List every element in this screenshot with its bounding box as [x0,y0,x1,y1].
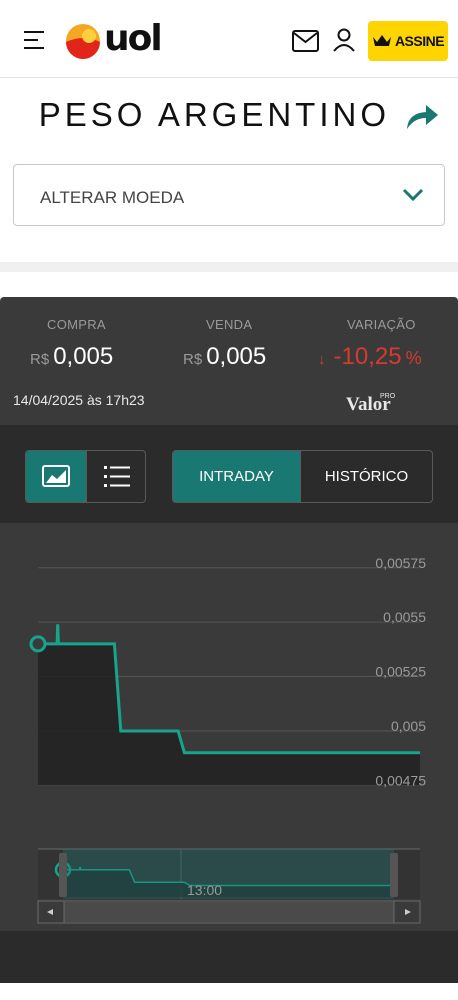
bottom-strip [0,931,458,983]
y-tick-label: 0,00525 [375,664,426,680]
venda-currency: R$ [183,351,203,368]
variation-value: ↓ -10,25% [318,343,422,371]
compra-currency: R$ [30,351,50,368]
y-tick-label: 0,0055 [383,609,426,625]
venda-price: R$ 0,005 [183,343,266,371]
navigator-left-handle[interactable] [59,853,67,897]
user-icon[interactable] [333,28,355,52]
site-header: uol ASSINE [0,0,458,78]
page-title: PESO ARGENTINO [38,96,390,133]
navigator-selection[interactable] [63,849,394,899]
chevron-down-icon [402,188,424,202]
y-tick-label: 0,00475 [375,772,426,788]
quote-panel: COMPRA VENDA VARIAÇÃO R$ 0,005 R$ 0,005 ↓ -… [0,297,458,425]
y-tick-label: 0,005 [391,718,426,734]
uol-sun-icon [66,24,100,59]
chart-icon [42,465,70,487]
list-view-button[interactable] [86,451,145,502]
currency-select[interactable]: ALTERAR MOEDA [13,164,445,226]
view-toggle [25,450,146,503]
compra-price: R$ 0,005 [30,343,113,371]
valor-pro-logo: Valor PRO [346,393,396,414]
chart-canvas: 0,00575 0,0055 0,00525 0,005 0,00475 13:00 [29,555,426,924]
mail-icon[interactable] [292,30,319,52]
series-area [38,624,420,786]
variacao-label: VARIAÇÃO [347,317,416,332]
chart-navigator[interactable]: 13:00 [38,848,420,899]
venda-value: 0,005 [206,343,267,370]
range-toggle: INTRADAY HISTÓRICO [172,450,433,503]
title-row: PESO ARGENTINO [0,79,458,153]
intraday-chart: 0,00575 0,0055 0,00525 0,005 0,00475 13:00 [0,523,458,931]
compra-value: 0,005 [53,343,114,370]
tab-historico[interactable]: HISTÓRICO [300,451,432,502]
assine-label: ASSINE [394,33,445,49]
chart-series [29,624,420,786]
logo-text: uol [104,18,163,59]
share-arrow-icon[interactable] [404,101,440,131]
valor-logo-sup: PRO [380,393,396,400]
assine-button[interactable]: ASSINE [368,21,448,61]
series-start-marker [29,635,47,653]
compra-label: COMPRA [47,317,106,332]
currency-select-label: ALTERAR MOEDA [40,188,185,207]
venda-label: VENDA [206,317,253,332]
variation-unit: % [405,348,422,368]
chart-view-button[interactable] [26,451,86,502]
list-icon [104,466,130,487]
crown-icon [372,35,391,46]
menu-icon[interactable] [24,31,46,49]
chart-scrollbar[interactable] [37,900,421,924]
variation-number: -10,25 [333,343,402,370]
quote-timestamp: 14/04/2025 às 17h23 [13,392,145,408]
navigator-time-label: 13:00 [187,882,222,898]
down-arrow-icon: ↓ [318,351,326,368]
chart-controls: INTRADAY HISTÓRICO [0,425,458,523]
tab-intraday[interactable]: INTRADAY [173,451,300,502]
y-tick-label: 0,00575 [375,555,426,571]
navigator-right-handle[interactable] [390,853,398,897]
section-divider [0,262,458,272]
uol-logo[interactable]: uol [64,18,169,60]
scrollbar-thumb[interactable] [64,902,394,922]
